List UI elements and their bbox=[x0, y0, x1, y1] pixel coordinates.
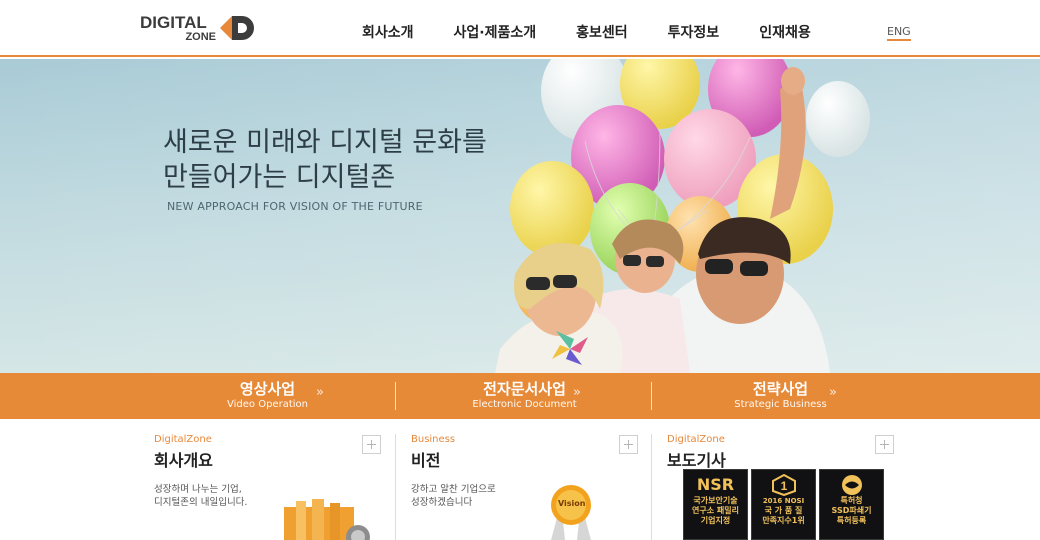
section-kicker: DigitalZone bbox=[154, 434, 212, 445]
award-icon-label: 특허청 bbox=[840, 496, 863, 505]
section-title: 비전 bbox=[411, 451, 441, 470]
hero-headline-line2: 만들어가는 디지털존 bbox=[163, 162, 396, 193]
award-nosi[interactable]: 1 2016 NOSI 국 가 품 질 만족지수1위 bbox=[751, 469, 816, 540]
hero-banner: 새로운 미래와 디지털 문화를 만들어가는 디지털존 NEW APPROACH … bbox=[0, 59, 1040, 373]
site-header: DIGITAL ZONE 회사소개 사업·제품소개 홍보센터 투자정보 인재채용… bbox=[0, 0, 1040, 57]
company-overview-section: DigitalZone 회사개요 성장하며 나누는 기업, 디지털존의 내일입니… bbox=[154, 419, 411, 540]
service-english: Strategic Business bbox=[734, 399, 827, 410]
award-line: 국가보안기술 bbox=[693, 496, 738, 505]
vision-badge-label: Vision bbox=[558, 499, 586, 508]
award-patent[interactable]: 특허청 SSD파쇄기 특허등록 bbox=[819, 469, 884, 540]
more-plus-icon[interactable] bbox=[875, 435, 894, 454]
service-name: 전략사업 bbox=[752, 380, 809, 398]
service-name: 전자문서사업 bbox=[483, 380, 566, 398]
award-icon-label: 2016 NOSI bbox=[762, 497, 805, 505]
main-nav: 회사소개 사업·제품소개 홍보센터 투자정보 인재채용 bbox=[362, 22, 851, 42]
hero-family-balloons-image bbox=[0, 59, 1040, 373]
digitalzone-logo[interactable]: DIGITAL ZONE bbox=[140, 13, 260, 45]
award-line: 특허등록 bbox=[836, 516, 867, 525]
hero-subtitle: NEW APPROACH FOR VISION OF THE FUTURE bbox=[167, 200, 423, 213]
column-divider bbox=[651, 434, 652, 540]
more-plus-icon[interactable] bbox=[362, 435, 381, 454]
language-eng-link[interactable]: ENG bbox=[887, 25, 911, 41]
section-description: 성장하며 나누는 기업, 디지털존의 내일입니다. bbox=[154, 484, 248, 508]
double-chevron-right-icon: » bbox=[316, 385, 324, 400]
double-chevron-right-icon: » bbox=[573, 385, 581, 400]
section-kicker: Business bbox=[411, 434, 456, 445]
nav-pr-center[interactable]: 홍보센터 bbox=[576, 22, 628, 42]
section-kicker: DigitalZone bbox=[667, 434, 725, 445]
more-plus-icon[interactable] bbox=[619, 435, 638, 454]
patent-office-emblem-icon bbox=[841, 475, 862, 495]
award-line: SSD파쇄기 bbox=[831, 506, 872, 515]
gold-building-icon bbox=[284, 499, 370, 540]
service-english: Electronic Document bbox=[472, 399, 577, 410]
hero-headline-line1: 새로운 미래와 디지털 문화를 bbox=[163, 127, 487, 158]
section-title: 회사개요 bbox=[154, 451, 213, 470]
service-bar: 영상사업 Video Operation » 전자문서사업 Electronic… bbox=[0, 373, 1040, 419]
svg-text:1: 1 bbox=[780, 479, 787, 493]
award-line: 기업지정 bbox=[700, 516, 731, 525]
logo-line2: ZONE bbox=[185, 31, 216, 43]
nav-investor[interactable]: 투자정보 bbox=[668, 22, 720, 42]
nav-careers[interactable]: 인재채용 bbox=[759, 22, 811, 42]
logo-wordmark: DIGITAL ZONE bbox=[140, 13, 216, 45]
column-divider bbox=[395, 434, 396, 540]
vision-trophy-icon bbox=[551, 485, 591, 540]
service-electronic-document[interactable]: 전자문서사업 Electronic Document » bbox=[396, 380, 653, 411]
section-description: 강하고 알찬 기업으로 성장하겠습니다 bbox=[411, 484, 496, 508]
nav-business-products[interactable]: 사업·제품소개 bbox=[454, 22, 537, 42]
nsr-logo: NSR bbox=[696, 475, 735, 494]
medal-1-icon: 1 bbox=[771, 474, 796, 496]
double-chevron-right-icon: » bbox=[829, 385, 837, 400]
service-english: Video Operation bbox=[227, 399, 308, 410]
service-video-operation[interactable]: 영상사업 Video Operation » bbox=[139, 380, 396, 411]
award-line: 국 가 품 질 bbox=[764, 506, 803, 515]
nav-company[interactable]: 회사소개 bbox=[362, 22, 414, 42]
vision-section: Business 비전 강하고 알찬 기업으로 성장하겠습니다 Vision bbox=[411, 419, 668, 540]
press-section: DigitalZone 보도기사 NSR 국가보안기술 연구소 패밀리 기업지정… bbox=[667, 419, 924, 540]
logo-line1: DIGITAL bbox=[140, 13, 207, 32]
award-line: 연구소 패밀리 bbox=[692, 506, 739, 515]
section-title: 보도기사 bbox=[667, 451, 726, 470]
logo-d-icon bbox=[220, 16, 254, 40]
award-nsr[interactable]: NSR 국가보안기술 연구소 패밀리 기업지정 bbox=[683, 469, 748, 540]
hero-headline: 새로운 미래와 디지털 문화를 만들어가는 디지털존 bbox=[163, 125, 487, 195]
service-strategic-business[interactable]: 전략사업 Strategic Business » bbox=[652, 380, 909, 411]
service-name: 영상사업 bbox=[239, 380, 296, 398]
award-line: 만족지수1위 bbox=[762, 516, 805, 525]
